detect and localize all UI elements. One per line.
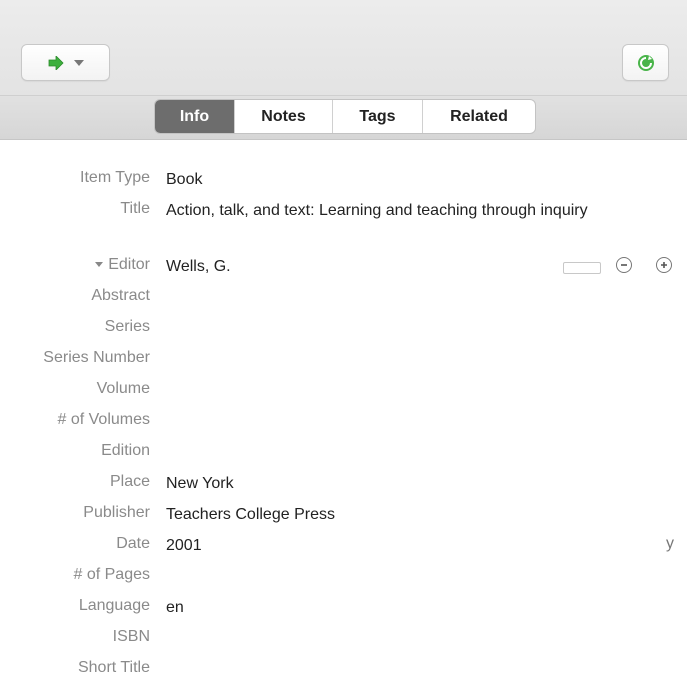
field-label: Title xyxy=(120,200,150,217)
field-label[interactable]: Editor xyxy=(95,256,150,274)
field-label: Date xyxy=(116,535,150,552)
field-value[interactable]: Action, talk, and text: Learning and tea… xyxy=(166,200,656,221)
field-row-num-volumes: # of Volumes xyxy=(0,407,687,438)
tab-tags[interactable]: Tags xyxy=(332,100,422,133)
tab-info[interactable]: Info xyxy=(155,100,234,133)
field-label: Short Title xyxy=(77,659,150,676)
chevron-down-icon[interactable] xyxy=(73,59,84,66)
field-row-series-number: Series Number xyxy=(0,345,687,376)
field-label: Item Type xyxy=(80,169,150,186)
field-label: Language xyxy=(78,597,150,614)
field-value[interactable]: New York xyxy=(166,473,656,494)
tab-bar: Info Notes Tags Related xyxy=(0,95,687,140)
field-label: Publisher xyxy=(83,504,150,521)
field-row-place: Place New York xyxy=(0,469,687,500)
field-label: Series xyxy=(104,318,150,335)
field-label: Abstract xyxy=(91,287,150,304)
toolbar xyxy=(0,0,687,95)
disclosure-triangle-icon[interactable] xyxy=(95,262,104,268)
field-label: Edition xyxy=(101,442,150,459)
field-label: Place xyxy=(109,473,150,490)
field-row-series: Series xyxy=(0,314,687,345)
field-label: ISBN xyxy=(112,628,150,645)
field-row-date: Date 2001 y xyxy=(0,531,687,562)
field-row-title: Title Action, talk, and text: Learning a… xyxy=(0,196,687,252)
editor-label: Editor xyxy=(108,256,150,273)
remove-creator-button[interactable] xyxy=(616,257,632,273)
field-value[interactable]: 2001 xyxy=(166,535,656,556)
field-row-edition: Edition xyxy=(0,438,687,469)
field-value[interactable]: en xyxy=(166,597,656,618)
tab-group: Info Notes Tags Related xyxy=(154,99,536,134)
field-row-language: Language en xyxy=(0,593,687,624)
field-value[interactable]: Book xyxy=(166,169,656,190)
field-row-short-title: Short Title xyxy=(0,655,687,686)
minus-icon xyxy=(621,264,627,266)
tab-notes[interactable]: Notes xyxy=(234,100,332,133)
name-mode-switch[interactable] xyxy=(563,262,601,274)
field-row-item-type: Item Type Book xyxy=(0,165,687,196)
field-row-num-pages: # of Pages xyxy=(0,562,687,593)
add-creator-button[interactable] xyxy=(656,257,672,273)
field-row-abstract: Abstract xyxy=(0,283,687,314)
green-arrow-icon xyxy=(48,55,64,70)
field-label: # of Pages xyxy=(73,566,151,583)
field-row-isbn: ISBN xyxy=(0,624,687,655)
field-label: # of Volumes xyxy=(57,411,151,428)
sync-icon xyxy=(637,54,654,71)
field-row-publisher: Publisher Teachers College Press xyxy=(0,500,687,531)
field-row-volume: Volume xyxy=(0,376,687,407)
plus-icon xyxy=(661,262,667,268)
date-format-indicator: y xyxy=(666,535,674,552)
field-value[interactable]: Teachers College Press xyxy=(166,504,656,525)
locate-button[interactable] xyxy=(21,44,110,81)
field-label: Volume xyxy=(96,380,150,397)
field-row-editor: Editor Wells, G. xyxy=(0,252,687,283)
field-label: Series Number xyxy=(43,349,150,366)
sync-button[interactable] xyxy=(622,44,669,81)
tab-related[interactable]: Related xyxy=(422,100,535,133)
